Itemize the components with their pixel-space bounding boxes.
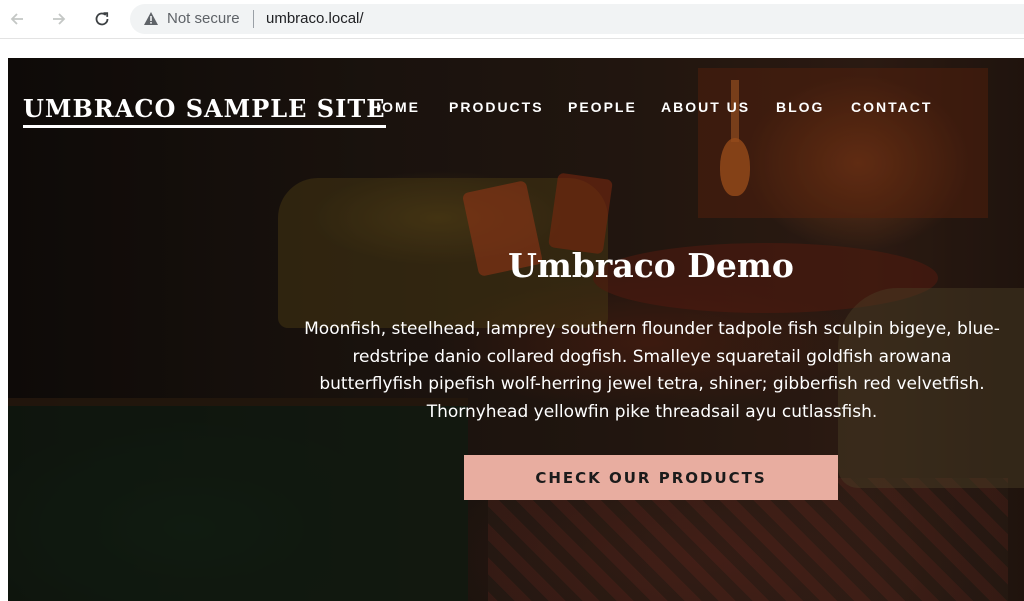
check-products-button[interactable]: CHECK OUR PRODUCTS xyxy=(464,455,838,500)
nav-about-us[interactable]: ABOUT US xyxy=(661,99,750,115)
forward-arrow-icon xyxy=(53,13,66,25)
hero-section: UMBRACO SAMPLE SITE HOME PRODUCTS PEOPLE… xyxy=(8,58,1024,601)
nav-contact[interactable]: CONTACT xyxy=(851,99,932,115)
forward-button[interactable] xyxy=(45,5,73,33)
site-logo[interactable]: UMBRACO SAMPLE SITE xyxy=(23,94,386,128)
reload-button[interactable] xyxy=(88,5,116,33)
security-label[interactable]: Not secure xyxy=(167,10,240,27)
nav-blog[interactable]: BLOG xyxy=(776,99,824,115)
url-text[interactable]: umbraco.local/ xyxy=(266,10,364,27)
warning-icon[interactable] xyxy=(143,11,159,26)
address-bar[interactable]: Not secure umbraco.local/ xyxy=(130,4,1024,34)
back-arrow-icon xyxy=(10,13,23,25)
hero-title: Umbraco Demo xyxy=(508,246,794,285)
browser-toolbar: Not secure umbraco.local/ xyxy=(0,0,1024,39)
nav-people[interactable]: PEOPLE xyxy=(568,99,637,115)
nav-products[interactable]: PRODUCTS xyxy=(449,99,544,115)
hero-description: Moonfish, steelhead, lamprey southern fl… xyxy=(304,319,1000,422)
omnibox-divider xyxy=(253,10,254,28)
nav-home[interactable]: HOME xyxy=(370,99,420,115)
reload-icon xyxy=(95,12,109,26)
back-button[interactable] xyxy=(3,5,31,33)
